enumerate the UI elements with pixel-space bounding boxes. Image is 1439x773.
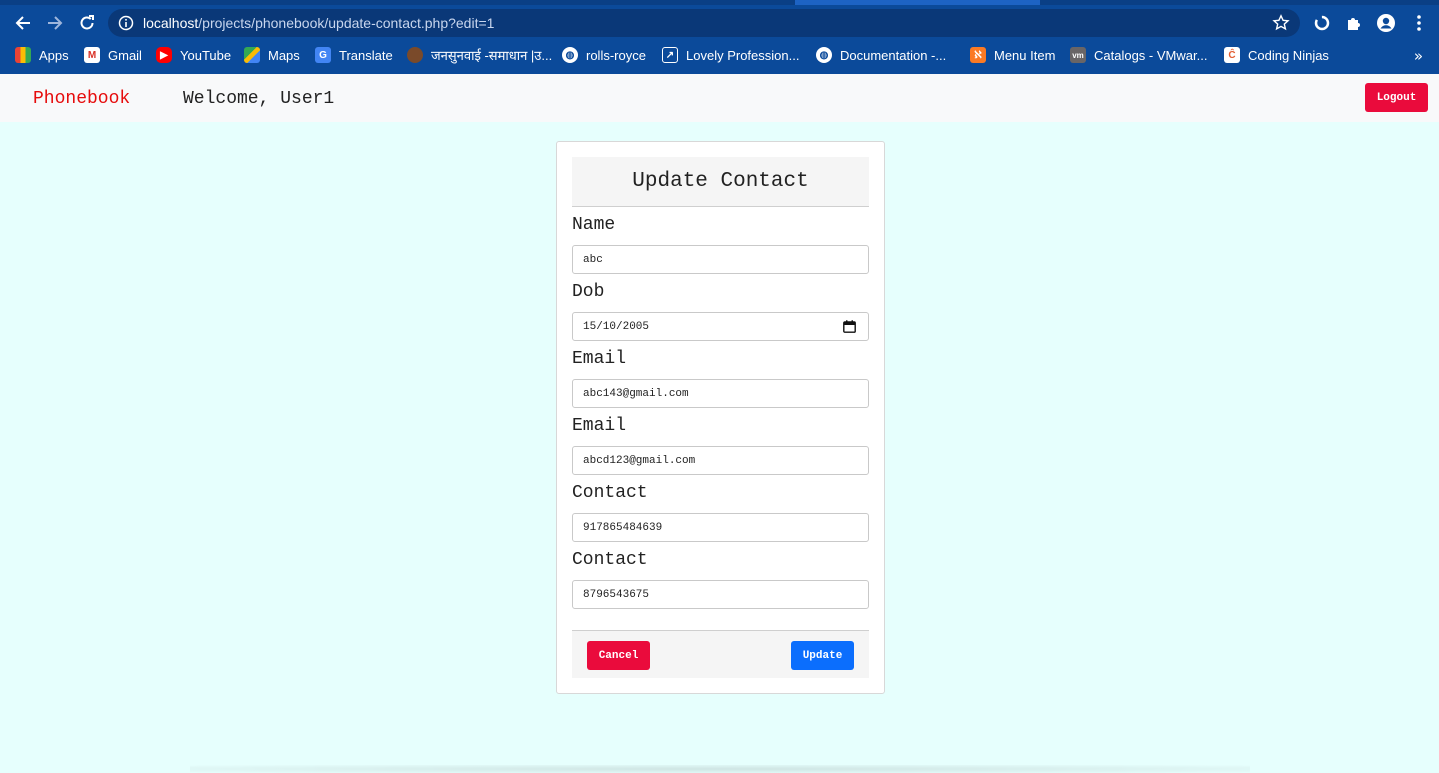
bookmark-apps[interactable]: Apps (15, 46, 69, 64)
name-value: abc (583, 253, 603, 266)
bookmark-label: Catalogs - VMwar... (1094, 47, 1208, 63)
card-title: Update Contact (632, 170, 809, 193)
contact-field[interactable]: 917865484639 (572, 513, 869, 542)
card-footer: Cancel Update (572, 630, 869, 678)
name-label: Name (572, 215, 616, 235)
card-header: Update Contact (572, 157, 869, 207)
logout-button[interactable]: Logout (1365, 83, 1428, 112)
bookmark-label: Maps (268, 47, 300, 63)
info-icon[interactable] (118, 15, 134, 31)
bookmark-label: Coding Ninjas (1248, 47, 1329, 63)
maps-icon (244, 47, 260, 63)
bookmark-label: जनसुनवाई -समाधान |उ... (431, 48, 553, 63)
bookmark-youtube[interactable]: ▶ YouTube (156, 46, 231, 64)
vmware-icon: vm (1070, 47, 1086, 63)
browser-chrome: localhost/projects/phonebook/update-cont… (0, 0, 1439, 74)
bookmark-lovely-professional[interactable]: ↗ Lovely Profession... (662, 46, 799, 64)
bookmark-maps[interactable]: Maps (244, 46, 300, 64)
bookmark-label: Lovely Profession... (686, 47, 800, 63)
dob-label: Dob (572, 282, 605, 302)
update-contact-card: Update Contact Name abc Dob 15/10/2005 E… (556, 141, 885, 694)
bookmark-gmail[interactable]: M Gmail (84, 46, 142, 64)
reload-button[interactable] (72, 8, 102, 38)
reload-icon (80, 15, 94, 30)
globe-icon: ◍ (562, 47, 578, 63)
forward-arrow-icon (48, 16, 63, 30)
coding-ninjas-icon: Ĉ (1224, 47, 1240, 63)
bookmark-label: Translate (339, 47, 393, 63)
bottom-shadow (190, 765, 1250, 773)
welcome-text: Welcome, User1 (183, 89, 335, 109)
email-value: abc143@gmail.com (583, 387, 689, 400)
bookmark-label: Menu Item (994, 47, 1056, 63)
bookmark-coding-ninjas[interactable]: Ĉ Coding Ninjas (1224, 46, 1329, 64)
bookmark-label: Gmail (108, 47, 142, 63)
emblem-icon (407, 47, 423, 63)
cancel-button[interactable]: Cancel (587, 641, 650, 670)
bookmark-translate[interactable]: G Translate (315, 46, 393, 64)
bookmark-rolls-royce[interactable]: ◍ rolls-royce (562, 46, 646, 64)
back-button[interactable] (8, 8, 38, 38)
name-field[interactable]: abc (572, 245, 869, 274)
bookmark-documentation[interactable]: ◍ Documentation -... (816, 46, 946, 64)
address-bar[interactable]: localhost/projects/phonebook/update-cont… (108, 9, 1300, 37)
site-navbar: Phonebook Welcome, User1 Logout (0, 74, 1439, 122)
email-label: Email (572, 349, 627, 369)
address-url[interactable]: localhost/projects/phonebook/update-cont… (143, 15, 494, 31)
url-host: localhost (143, 15, 199, 31)
globe-icon: ◍ (816, 47, 832, 63)
contact-value: 917865484639 (583, 521, 663, 534)
bookmark-star-icon[interactable] (1272, 14, 1290, 32)
bookmark-jansunwai[interactable]: जनसुनवाई -समाधान |उ... (407, 46, 552, 64)
email-secondary-value: abcd123@gmail.com (583, 454, 696, 467)
forward-button[interactable] (40, 8, 70, 38)
contact-secondary-label: Contact (572, 550, 648, 570)
translate-icon: G (315, 47, 331, 63)
sync-extension-icon[interactable] (1311, 12, 1333, 34)
browser-menu-icon[interactable] (1408, 12, 1430, 34)
bookmark-label: rolls-royce (586, 47, 646, 63)
apps-grid-icon (15, 47, 31, 63)
brand-link[interactable]: Phonebook (33, 89, 130, 109)
bookmark-label: YouTube (180, 47, 232, 63)
youtube-icon: ▶ (156, 47, 172, 63)
browser-toolbar: localhost/projects/phonebook/update-cont… (0, 5, 1439, 41)
email-secondary-label: Email (572, 416, 627, 436)
dob-field[interactable]: 15/10/2005 (572, 312, 869, 341)
bookmark-menu-item[interactable]: ℵ Menu Item (970, 46, 1055, 64)
back-arrow-icon (15, 16, 30, 30)
bookmark-label: Apps (39, 47, 69, 63)
bookmarks-more-chevron-icon[interactable]: » (1414, 47, 1423, 65)
contact-label: Contact (572, 483, 648, 503)
dob-value: 15/10/2005 (583, 320, 650, 333)
profile-avatar-icon[interactable] (1375, 12, 1397, 34)
gmail-icon: M (84, 47, 100, 63)
url-path: /projects/phonebook/update-contact.php?e… (198, 15, 495, 31)
bookmarks-bar: Apps M Gmail ▶ YouTube Maps G Translate जनस… (0, 41, 1439, 69)
bookmark-catalogs-vmware[interactable]: vm Catalogs - VMwar... (1070, 46, 1207, 64)
email-secondary-field[interactable]: abcd123@gmail.com (572, 446, 869, 475)
contact-secondary-field[interactable]: 8796543675 (572, 580, 869, 609)
external-link-icon: ↗ (662, 47, 678, 63)
extensions-puzzle-icon[interactable] (1343, 12, 1365, 34)
xampp-icon: ℵ (970, 47, 986, 63)
contact-secondary-value: 8796543675 (583, 588, 650, 601)
email-field[interactable]: abc143@gmail.com (572, 379, 869, 408)
bookmark-label: Documentation -... (840, 47, 947, 63)
update-button[interactable]: Update (791, 641, 854, 670)
calendar-icon[interactable] (843, 320, 856, 333)
